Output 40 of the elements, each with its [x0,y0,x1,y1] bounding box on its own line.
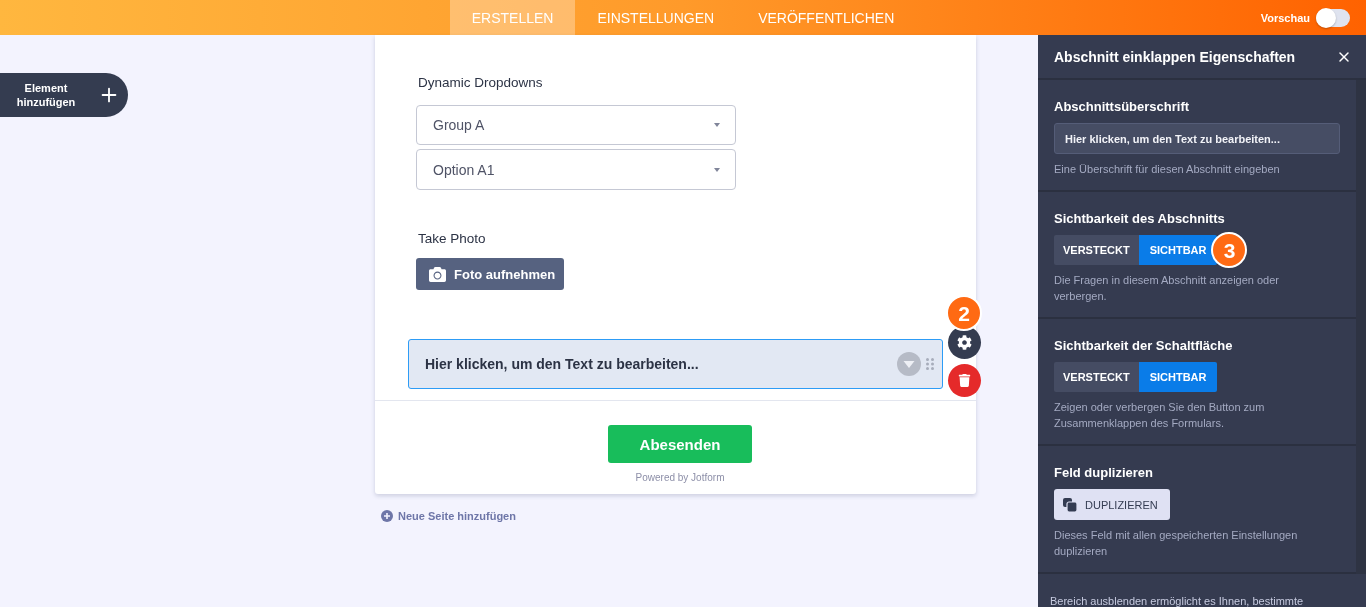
panel-title: Abschnitt einklappen Eigenschaften [1054,48,1296,65]
caret-icon [714,167,720,172]
section-hint: Zeigen oder verbergen Sie den Button zum Zusammenklappen des Formulars. [1054,400,1266,431]
step-badge: 3 [1211,232,1248,268]
dropdown[interactable]: Option A1 [416,149,736,190]
footer-note: Bereich ausblenden ermöglicht es Ihnen, bestimmte [1049,594,1305,607]
add-element-button[interactable]: Element hinzufügen [0,73,128,117]
field-label: Take Photo [417,230,486,248]
section-label: Abschnittsüberschrift [1054,99,1190,115]
duplicate-button[interactable]: DUPLIZIEREN [1054,489,1170,520]
collapse-section-header[interactable]: Hier klicken, um den Text zu bearbeiten... [408,339,943,389]
drag-handle-icon[interactable] [926,358,934,370]
visibility-option[interactable]: VERSTECKT [1054,235,1139,265]
dropdown[interactable]: Group A [416,105,736,145]
add-page-link[interactable]: Neue Seite hinzufügen [381,510,516,522]
field-label: Dynamic Dropdowns [417,74,543,92]
section-heading-text: Hier klicken, um den Text zu bearbeiten... [425,356,700,372]
step-badge: 2 [946,295,982,331]
settings-button[interactable] [948,326,981,359]
preview-toggle[interactable] [1316,8,1350,27]
section-hint: Die Fragen in diesem Abschnitt anzeigen oder verbergen. [1054,273,1281,304]
caret-icon [714,123,720,127]
camera-icon [429,265,446,283]
preview-label: Vorschau [1260,11,1310,24]
powered-by-text: Powered by Jotform [635,472,725,484]
visibility-option[interactable]: VERSTECKT [1054,362,1139,392]
trash-icon [958,374,971,387]
delete-button[interactable] [948,364,981,397]
section-label: Sichtbarkeit der Schaltfläche [1054,338,1233,354]
plus-circle-icon [381,510,393,522]
section-label: Feld duplizieren [1054,465,1153,481]
section-hint: Dieses Feld mit allen gespeicherten Einstellungen duplizieren [1054,528,1299,559]
visibility-option[interactable]: SICHTBAR [1138,235,1218,265]
copy-icon [1063,497,1077,512]
section-label: Sichtbarkeit des Abschnitts [1054,211,1225,227]
take-photo-button[interactable]: Foto aufnehmen [416,258,565,290]
gear-icon [957,335,972,350]
heading-input[interactable]: Hier klicken, um den Text zu bearbeiten... [1054,123,1340,154]
section-hint: Eine Überschrift für diesen Abschnitt eingeben [1054,162,1280,177]
visibility-option[interactable]: SICHTBAR [1138,362,1218,392]
